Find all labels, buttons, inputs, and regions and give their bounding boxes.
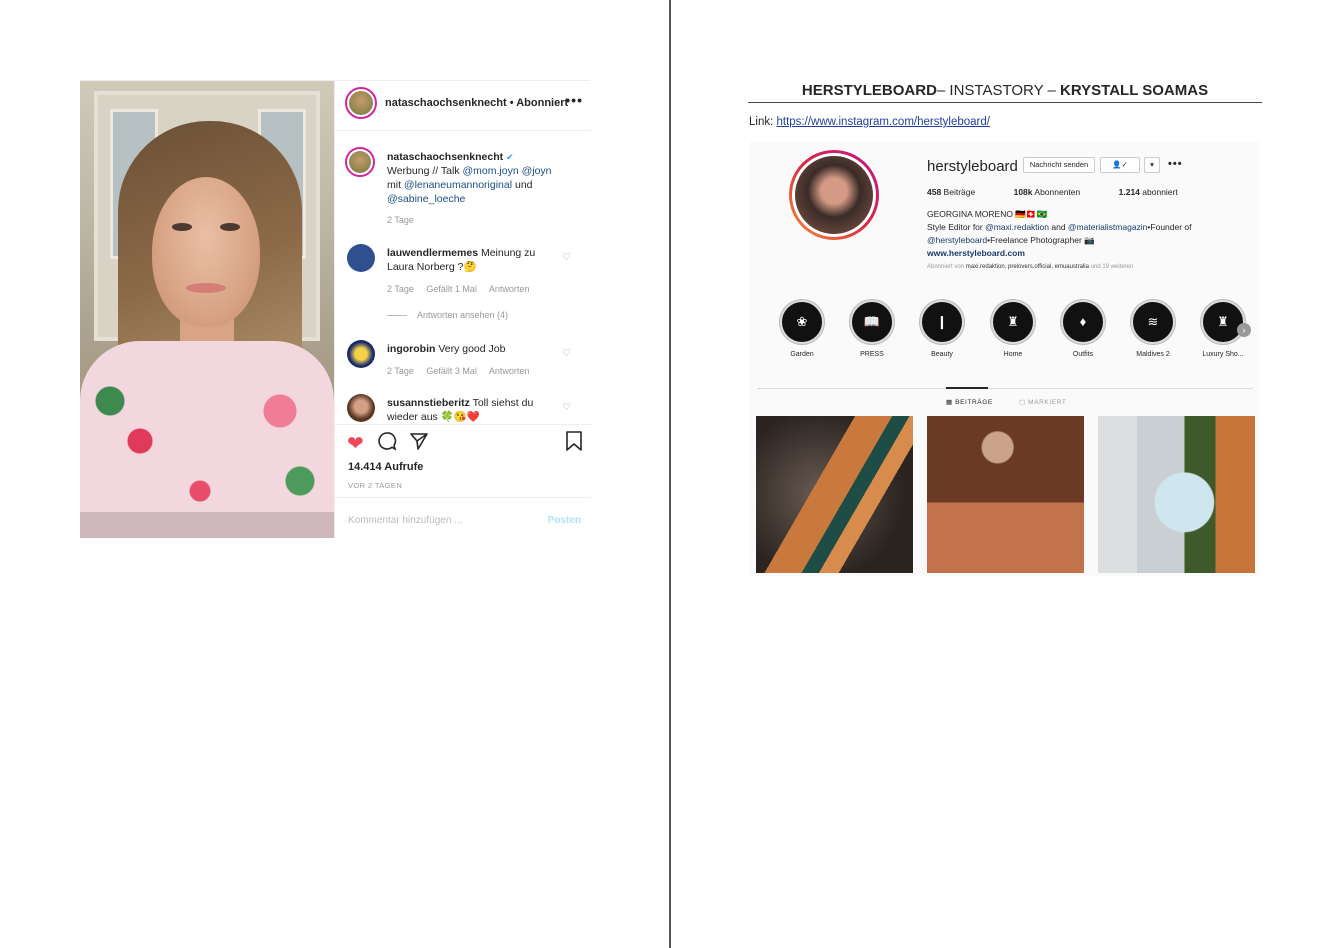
waves-icon: ≋ <box>1131 300 1175 344</box>
followers-count[interactable]: 108k Abonnenten <box>1014 187 1099 197</box>
profile-avatar[interactable] <box>789 150 879 240</box>
candle-icon: ♜ <box>991 300 1035 344</box>
mention-link[interactable]: @lenaneumannoriginal <box>404 179 512 191</box>
dress-icon: ♦ <box>1061 300 1105 344</box>
post-header: nataschaochsenknecht • Abonniert ••• <box>335 81 591 131</box>
author-avatar[interactable] <box>345 87 377 119</box>
posts-count: 458 Beiträge <box>927 187 976 197</box>
active-tab-indicator <box>946 387 988 389</box>
tab-posts[interactable]: ▦ BEITRÄGE <box>946 398 993 406</box>
profile-stats: 458 Beiträge 108k Abonnenten 1.214 abonn… <box>927 187 1214 197</box>
more-options-icon[interactable]: ••• <box>1168 158 1183 170</box>
flower-icon: ❀ <box>780 300 824 344</box>
commenter-username[interactable]: ingorobin <box>387 343 435 355</box>
commenter-username[interactable]: lauwendlermemes <box>387 247 478 259</box>
commenter-avatar[interactable] <box>347 394 375 422</box>
add-comment-field[interactable]: Kommentar hinzufügen ... Posten <box>335 497 591 538</box>
caption-username[interactable]: nataschaochsenknecht <box>387 151 503 163</box>
highlight-outfits[interactable]: ♦ Outfits <box>1053 300 1113 358</box>
author-username[interactable]: nataschaochsenknecht <box>385 97 507 109</box>
post-thumbnail[interactable] <box>927 416 1084 573</box>
profile-url-link[interactable]: https://www.instagram.com/herstyleboard/ <box>777 116 990 128</box>
caption-avatar[interactable] <box>345 147 375 177</box>
caption-time[interactable]: 2 Tage <box>387 215 414 225</box>
verified-icon: ✔ <box>506 152 514 162</box>
tab-tagged[interactable]: ▢ MARKIERT <box>1019 398 1066 406</box>
view-replies-button[interactable]: Antworten ansehen (4) <box>387 310 508 320</box>
mention-link[interactable]: @mom.joyn <box>462 165 518 177</box>
post-actions: ❤ 14.414 Aufrufe VOR 2 TAGEN <box>335 424 591 497</box>
instagram-post: nataschaochsenknecht • Abonniert ••• nat… <box>80 80 591 538</box>
post-thumbnail[interactable] <box>756 416 913 573</box>
lipstick-icon: ❙ <box>920 300 964 344</box>
chevron-right-icon[interactable]: › <box>1237 323 1251 337</box>
commenter-username[interactable]: susannstieberitz <box>387 397 470 409</box>
book-icon: 📖 <box>850 300 894 344</box>
commenter-avatar[interactable] <box>347 340 375 368</box>
title-underline <box>748 102 1262 103</box>
document-title: HERSTYLEBOARD– INSTASTORY – KRYSTALL SOA… <box>801 82 1209 99</box>
suggestions-dropdown[interactable]: ▾ <box>1144 157 1160 173</box>
tabs-divider <box>757 388 1253 389</box>
bookmark-icon[interactable] <box>565 431 583 457</box>
commenter-avatar[interactable] <box>347 244 375 272</box>
followed-by[interactable]: Abonniert von maxi.redaktion, prelovers.… <box>927 264 1133 270</box>
highlight-beauty[interactable]: ❙ Beauty <box>912 300 972 358</box>
more-options-icon[interactable]: ••• <box>565 92 583 108</box>
like-comment-heart-icon[interactable]: ♡ <box>562 348 571 359</box>
page-divider <box>669 0 671 948</box>
share-icon[interactable] <box>409 431 429 457</box>
mention-link[interactable]: @sabine_loeche <box>387 193 465 205</box>
post-sidebar: nataschaochsenknecht • Abonniert ••• nat… <box>334 81 591 538</box>
floral-shirt <box>80 341 334 538</box>
mention-link[interactable]: @maxi.redaktion <box>985 222 1049 232</box>
highlight-maldives[interactable]: ≋ Maldives 2 <box>1123 300 1183 358</box>
follow-status: • Abonniert <box>509 97 569 109</box>
profile-bio: GEORGINA MORENO 🇩🇪🇨🇭🇧🇷 Style Editor for … <box>927 208 1217 260</box>
video-controls-bar[interactable] <box>80 512 334 538</box>
post-date: VOR 2 TAGEN <box>348 481 403 490</box>
profile-username: herstyleboard <box>927 158 1018 175</box>
shopping-bag-icon: ♜ <box>1201 300 1245 344</box>
following-count[interactable]: 1.214 abonniert <box>1119 187 1196 197</box>
post-comment-button[interactable]: Posten <box>548 515 581 526</box>
like-comment-heart-icon[interactable]: ♡ <box>562 402 571 413</box>
post-thumbnail[interactable] <box>1098 416 1255 573</box>
instagram-profile-screenshot: herstyleboard Nachricht senden 👤✓ ▾ ••• … <box>749 142 1260 576</box>
person-face <box>152 177 260 327</box>
highlight-garden[interactable]: ❀ Garden <box>772 300 832 358</box>
mention-link[interactable]: @materialistmagazin <box>1068 222 1148 232</box>
highlight-home[interactable]: ♜ Home <box>983 300 1043 358</box>
like-comment-heart-icon[interactable]: ♡ <box>562 252 571 263</box>
post-video[interactable] <box>80 81 334 538</box>
document-link: Link: https://www.instagram.com/herstyle… <box>749 116 990 128</box>
following-button[interactable]: 👤✓ <box>1100 157 1140 173</box>
highlight-press[interactable]: 📖 PRESS <box>842 300 902 358</box>
view-count[interactable]: 14.414 Aufrufe <box>348 461 423 473</box>
heart-icon[interactable]: ❤ <box>347 431 364 456</box>
reply-button[interactable]: Antworten <box>489 284 530 294</box>
comment-icon[interactable] <box>377 431 397 457</box>
reply-button[interactable]: Antworten <box>489 366 530 376</box>
profile-website-link[interactable]: www.herstyleboard.com <box>927 247 1217 260</box>
message-button[interactable]: Nachricht senden <box>1023 157 1095 173</box>
mention-link[interactable]: @herstyleboard <box>927 235 987 245</box>
comment-input-placeholder[interactable]: Kommentar hinzufügen ... <box>348 515 463 526</box>
mention-link[interactable]: @joyn <box>522 165 552 177</box>
